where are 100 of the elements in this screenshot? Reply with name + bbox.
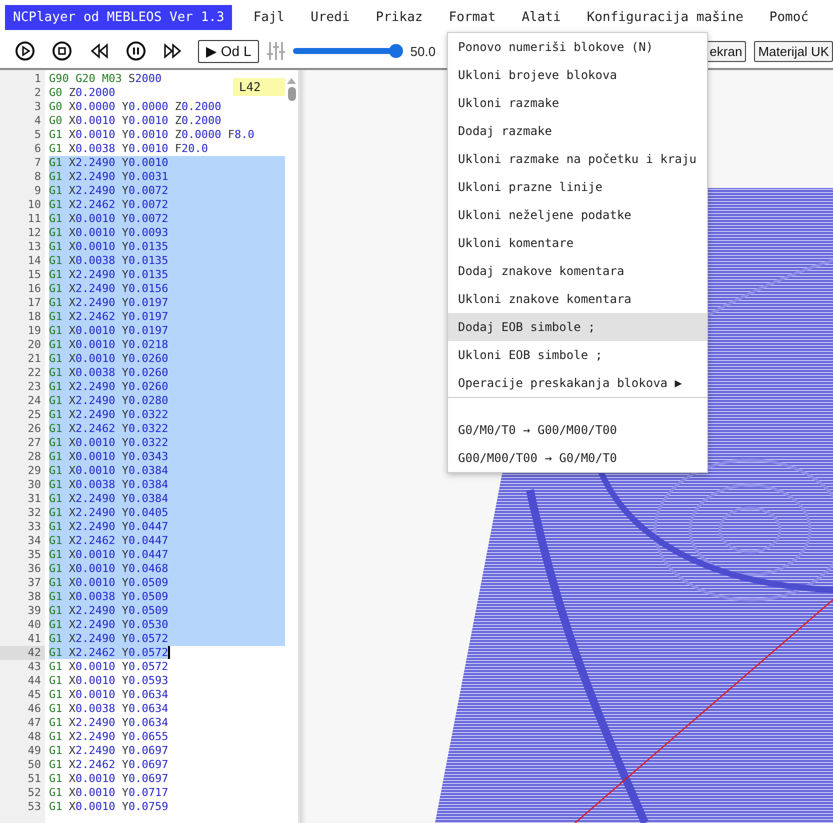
pause-icon[interactable] [126,41,146,61]
menu-option[interactable]: Ukloni EOB simbole ; [448,341,707,369]
code-line: G1 X0.0010 Y0.0010 Z0.0000 F8.0 [49,128,254,142]
line-number: 12 [26,226,42,240]
line-number: 20 [26,338,42,352]
line-number: 38 [26,590,42,604]
line-number: 44 [26,674,42,688]
code-line: G1 X2.2490 Y0.0697 [49,744,168,758]
menu-item[interactable]: Pomoć [756,10,822,24]
code-line: G1 X2.2490 Y0.0655 [49,730,168,744]
line-number: 32 [26,506,42,520]
menu-option[interactable]: G0/M0/T0 → G00/M00/T00 [448,416,707,444]
scrollbar-thumb[interactable] [288,87,296,101]
line-number: 31 [26,492,42,506]
fast-forward-icon[interactable] [163,43,183,59]
line-number: 25 [26,408,42,422]
line-number: 10 [26,198,42,212]
line-badge: L42 [233,78,285,96]
menu-option[interactable]: Ukloni prazne linije [448,173,707,201]
line-number: 28 [26,450,42,464]
menu-option[interactable]: Ukloni razmake na početku i kraju [448,145,707,173]
speed-reading: 50.0 [410,44,436,58]
stop-icon[interactable] [52,41,72,61]
code-line: G1 X0.0010 Y0.0717 [49,786,168,800]
menu-option[interactable]: Dodaj znakove komentara [448,257,707,285]
code-line: G90 G20 M03 S2000 [49,72,162,86]
code-line: G1 X0.0010 Y0.0697 [49,772,168,786]
code-line: G1 X0.0010 Y0.0634 [49,688,168,702]
line-number: 35 [26,548,42,562]
line-number: 53 [26,800,42,814]
line-number: 1 [33,72,42,86]
line-number: 34 [26,534,42,548]
line-number: 36 [26,562,42,576]
line-number: 24 [26,394,42,408]
line-number: 47 [26,716,42,730]
menu-option[interactable]: Ponovo numeriši blokove (N) [448,33,707,61]
menu-option[interactable]: Ukloni neželjene podatke [448,201,707,229]
line-number: 11 [26,212,42,226]
line-number: 33 [26,520,42,534]
menu-item[interactable]: Alati [508,10,574,24]
line-number: 7 [33,156,42,170]
line-number: 46 [26,702,42,716]
line-number: 49 [26,744,42,758]
line-number: 22 [26,366,42,380]
menu-item[interactable]: Format [436,10,509,24]
code-line: G1 X2.2462 Y0.0697 [49,758,168,772]
toolbar-button[interactable]: ekran [706,40,746,62]
code-line: G1 X0.0010 Y0.0572 [49,660,168,674]
line-number: 23 [26,380,42,394]
line-number: 50 [26,758,42,772]
line-number: 27 [26,436,42,450]
line-number: 17 [26,296,42,310]
line-number: 48 [26,730,42,744]
play-icon[interactable] [15,41,35,61]
line-number: 13 [26,240,42,254]
line-number: 18 [26,310,42,324]
submenu-option[interactable]: Operacije preskakanja blokova ▶ [448,369,707,397]
menu-option[interactable]: Ukloni brojeve blokova [448,61,707,89]
line-number: 2 [33,86,42,100]
line-number: 42 [0,646,45,660]
menu-item[interactable]: Konfiguracija mašine [574,10,756,24]
toolbar-button[interactable]: Materijal UK [754,40,833,62]
code-line: G0 X0.0010 Y0.0010 Z0.2000 [49,114,222,128]
line-number: 14 [26,254,42,268]
line-number: 45 [26,688,42,702]
menu-option[interactable]: Ukloni razmake [448,89,707,117]
line-number: 5 [33,128,42,142]
line-number: 16 [26,282,42,296]
from-line-button[interactable]: ▶ Od L [198,40,260,62]
menu-option[interactable]: Ukloni komentare [448,229,707,257]
code-line: G1 X0.0038 Y0.0634 [49,702,168,716]
line-number: 19 [26,324,42,338]
line-number: 40 [26,618,42,632]
menu-item[interactable]: Uredi [298,10,363,24]
menu-item[interactable]: Prikaz [362,10,436,24]
menu-option[interactable]: G00/M00/T00 → G0/M0/T0 [448,444,707,472]
menu-option[interactable]: Ukloni znakove komentara [448,285,707,313]
line-number: 9 [33,184,42,198]
rewind-icon[interactable] [89,43,109,59]
code-line: G1 X2.2490 Y0.0634 [49,716,168,730]
line-number: 51 [26,772,42,786]
line-number: 39 [26,604,42,618]
code-line: G0 Z0.2000 [49,86,116,100]
app-title: NCPlayer od MEBLEOS Ver 1.3 [5,4,232,30]
line-number: 21 [26,352,42,366]
line-number: 41 [26,632,42,646]
line-number: 4 [33,114,42,128]
menu-option[interactable]: Dodaj EOB simbole ; [448,313,707,341]
code-line: G0 X0.0000 Y0.0000 Z0.2000 [49,100,222,114]
code-line: G1 X0.0010 Y0.0759 [49,800,168,814]
line-number: 29 [26,464,42,478]
sliders-icon[interactable] [267,41,286,61]
line-number: 6 [33,142,42,156]
menu-item[interactable]: Fajl [240,10,298,24]
line-number: 52 [26,786,42,800]
code-line: G1 X0.0010 Y0.0593 [49,674,168,688]
line-number: 8 [33,170,42,184]
code-line: G1 X0.0038 Y0.0010 F20.0 [49,142,208,156]
menu-option[interactable]: Dodaj razmake [448,117,707,145]
line-number: 26 [26,422,42,436]
